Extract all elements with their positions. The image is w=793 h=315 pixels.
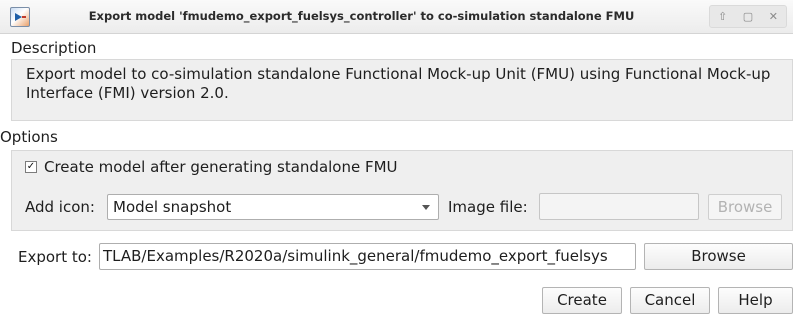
options-heading: Options (0, 128, 58, 146)
simulink-app-icon (10, 7, 30, 27)
close-icon[interactable]: ✕ (765, 10, 781, 23)
chevron-down-icon (422, 205, 430, 210)
image-browse-button[interactable]: Browse (708, 194, 782, 220)
export-browse-button[interactable]: Browse (644, 243, 793, 270)
add-icon-label: Add icon: (25, 198, 95, 216)
export-path-input[interactable]: TLAB/Examples/R2020a/simulink_general/fm… (99, 243, 636, 270)
keep-above-icon[interactable]: ⇧ (715, 10, 731, 23)
title-bar: Export model 'fmudemo_export_fuelsys_con… (0, 0, 793, 34)
description-text: Export model to co-simulation standalone… (26, 65, 771, 102)
create-model-label: Create model after generating standalone… (44, 158, 398, 176)
description-panel: Export model to co-simulation standalone… (11, 59, 793, 121)
image-file-label: Image file: (448, 198, 528, 216)
help-button[interactable]: Help (718, 287, 793, 314)
create-model-checkbox[interactable]: ✓ (25, 161, 37, 173)
create-model-checkbox-row[interactable]: ✓ Create model after generating standalo… (25, 158, 398, 176)
image-file-input[interactable] (539, 193, 699, 220)
description-heading: Description (11, 39, 97, 57)
add-icon-value: Model snapshot (113, 198, 232, 216)
cancel-button[interactable]: Cancel (630, 287, 710, 314)
window-controls: ⇧ ▢ ✕ (709, 5, 787, 28)
export-to-label: Export to: (18, 248, 92, 266)
add-icon-dropdown[interactable]: Model snapshot (107, 194, 439, 220)
window-title: Export model 'fmudemo_export_fuelsys_con… (88, 9, 635, 23)
options-panel: ✓ Create model after generating standalo… (11, 150, 793, 231)
create-button[interactable]: Create (542, 287, 622, 314)
maximize-icon[interactable]: ▢ (740, 10, 756, 23)
